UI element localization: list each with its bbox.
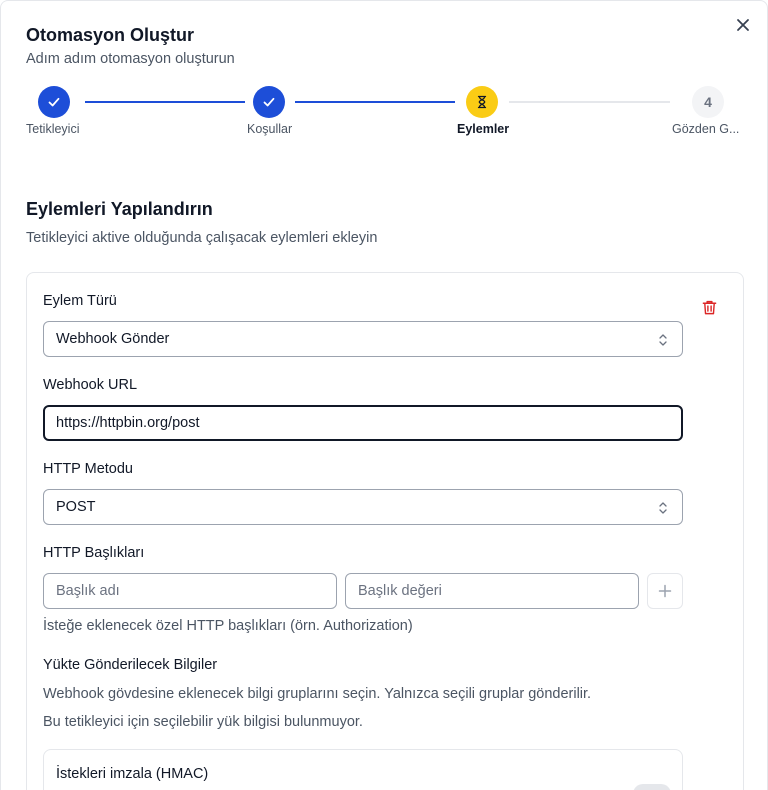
step-review[interactable]: 4 [692, 86, 724, 118]
http-headers-label: HTTP Başlıkları [43, 545, 145, 561]
section-title: Eylemleri Yapılandırın [26, 199, 213, 219]
payload-label: Yükte Gönderilecek Bilgiler [43, 657, 218, 673]
hmac-title: İstekleri imzala (HMAC) [56, 766, 209, 782]
payload-description: Webhook gövdesine eklenecek bilgi grupla… [43, 686, 592, 702]
step-label-review: Gözden G... [672, 122, 740, 136]
step-number: 4 [704, 94, 712, 110]
step-trigger[interactable] [38, 86, 70, 118]
header-value-input[interactable]: Başlık değeri [345, 573, 639, 609]
action-type-value: Webhook Gönder [56, 331, 170, 347]
plus-icon [658, 584, 672, 598]
payload-empty-text: Bu tetikleyici için seçilebilir yük bilg… [43, 714, 363, 730]
header-name-input[interactable]: Başlık adı [43, 573, 337, 609]
delete-action-button[interactable] [699, 297, 719, 317]
trash-icon [702, 300, 716, 314]
automation-dialog: Otomasyon Oluştur Adım adım otomasyon ol… [0, 0, 768, 790]
step-connector-2 [295, 101, 455, 103]
check-icon [48, 97, 60, 107]
header-value-placeholder: Başlık değeri [358, 583, 442, 599]
action-type-select[interactable]: Webhook Gönder [43, 321, 683, 357]
step-conditions[interactable] [253, 86, 285, 118]
chevron-up-down-icon [659, 502, 667, 514]
http-method-label: HTTP Metodu [43, 461, 133, 477]
hmac-toggle[interactable] [633, 784, 671, 790]
hourglass-icon [477, 95, 487, 109]
webhook-url-label: Webhook URL [43, 377, 138, 393]
headers-helper-text: İsteğe eklenecek özel HTTP başlıkları (ö… [43, 618, 413, 634]
stepper: 4 Tetikleyici Koşullar Eylemler Gözden G… [1, 1, 767, 151]
webhook-url-input[interactable]: https://httpbin.org/post [43, 405, 683, 441]
chevron-up-down-icon [659, 334, 667, 346]
check-icon [263, 97, 275, 107]
webhook-url-value: https://httpbin.org/post [56, 415, 200, 431]
header-name-placeholder: Başlık adı [56, 583, 120, 599]
http-method-value: POST [56, 499, 96, 515]
step-label-trigger: Tetikleyici [26, 122, 80, 136]
step-connector-1 [85, 101, 245, 103]
step-label-conditions: Koşullar [247, 122, 293, 136]
step-label-actions: Eylemler [457, 122, 510, 136]
section-description: Tetikleyici aktive olduğunda çalışacak e… [26, 230, 378, 246]
action-type-label: Eylem Türü [43, 293, 117, 309]
add-header-button[interactable] [647, 573, 683, 609]
step-actions[interactable] [466, 86, 498, 118]
http-method-select[interactable]: POST [43, 489, 683, 525]
step-connector-3 [509, 101, 670, 103]
